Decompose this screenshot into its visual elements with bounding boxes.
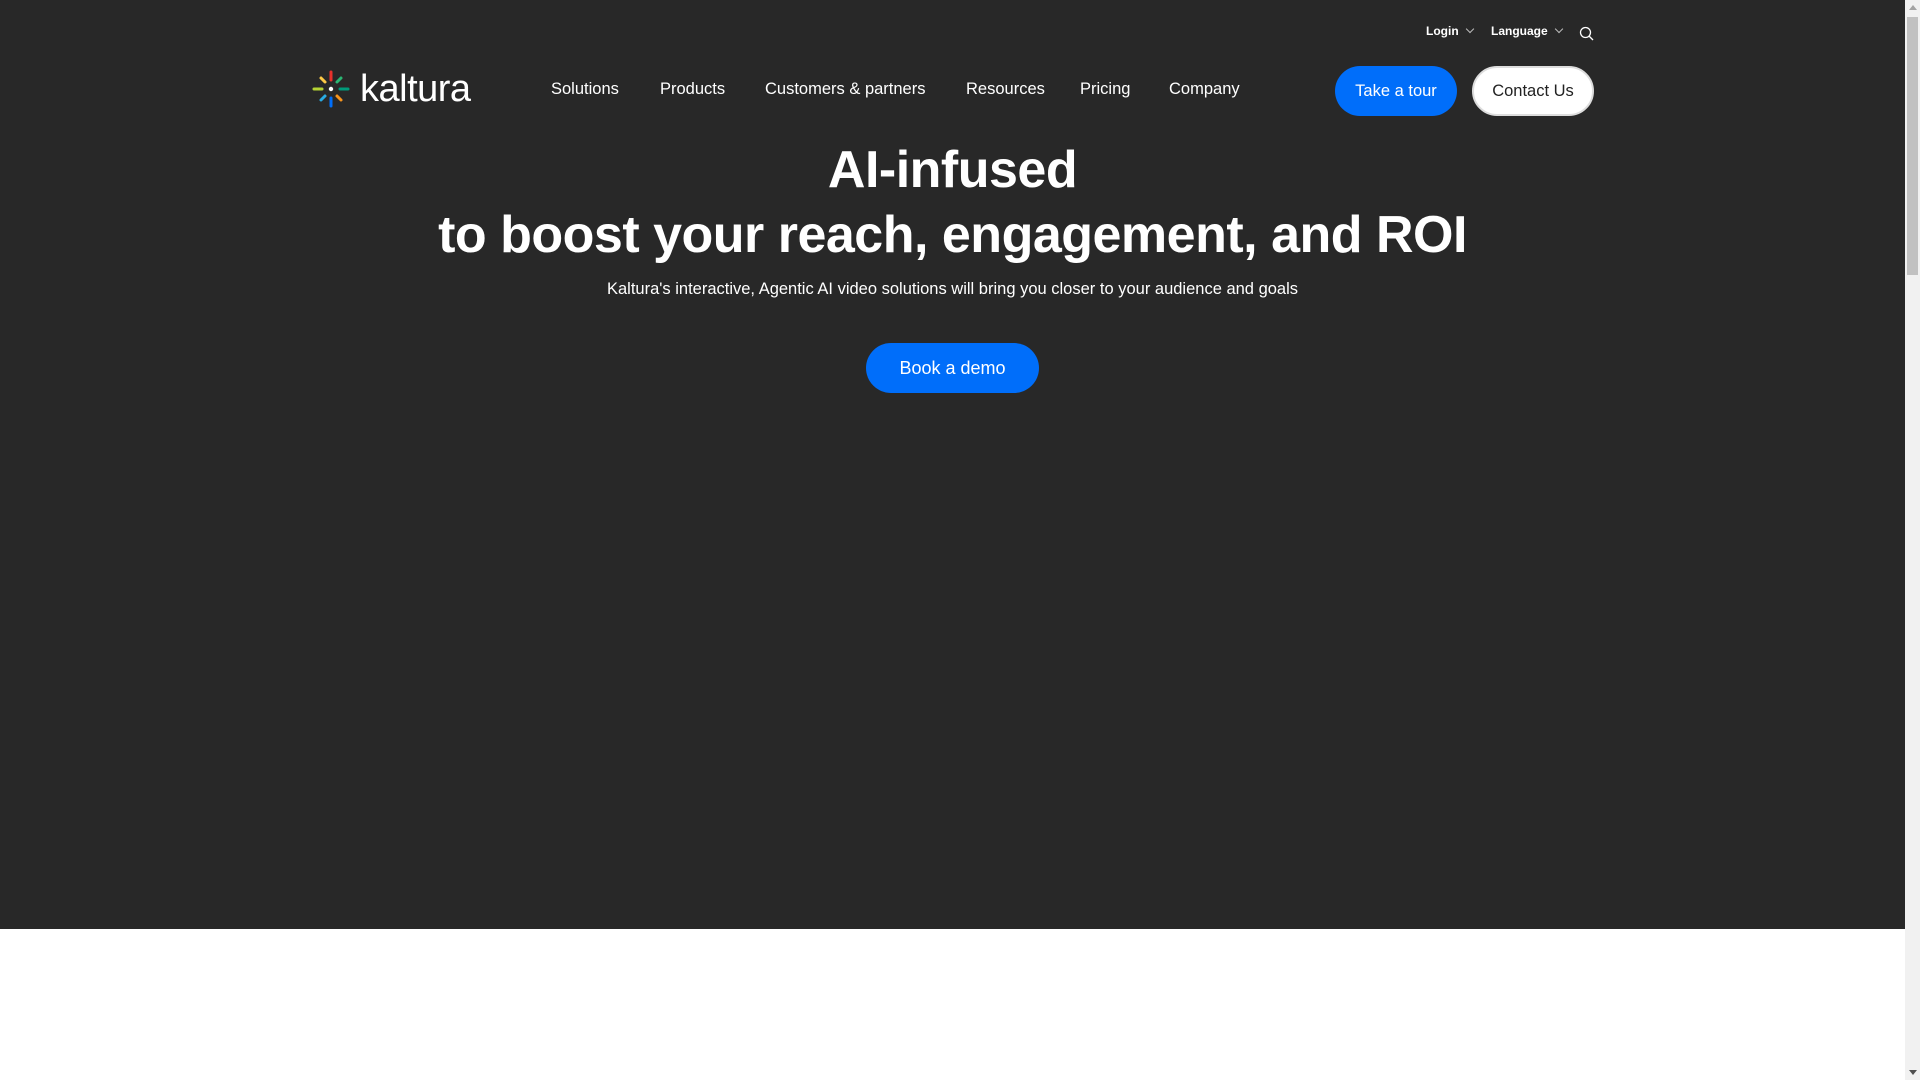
- kaltura-logo-icon: [312, 70, 350, 108]
- scrollbar-thumb[interactable]: [1907, 17, 1918, 275]
- scroll-down-icon[interactable]: [1909, 1070, 1917, 1075]
- scroll-up-icon[interactable]: [1909, 5, 1917, 10]
- kaltura-logo[interactable]: kaltura: [312, 70, 471, 108]
- login-dropdown[interactable]: Login: [1426, 24, 1474, 38]
- nav-solutions[interactable]: Solutions: [551, 80, 619, 99]
- nav-resources[interactable]: Resources: [966, 80, 1045, 99]
- chevron-down-icon: [1554, 24, 1563, 34]
- book-demo-button[interactable]: Book a demo: [866, 343, 1039, 393]
- scrollbar[interactable]: [1905, 0, 1920, 1080]
- hero-section: Login Language kaltura Solutions Product…: [0, 0, 1905, 929]
- hero-subtitle: Kaltura's interactive, Agentic AI video …: [606, 280, 1299, 298]
- language-dropdown[interactable]: Language: [1491, 24, 1563, 38]
- nav-products[interactable]: Products: [660, 80, 725, 99]
- take-a-tour-button[interactable]: Take a tour: [1335, 66, 1457, 116]
- search-icon[interactable]: [1579, 26, 1594, 41]
- nav-company[interactable]: Company: [1169, 80, 1240, 99]
- login-label: Login: [1426, 24, 1459, 38]
- chevron-down-icon: [1465, 24, 1474, 34]
- nav-pricing[interactable]: Pricing: [1080, 80, 1130, 99]
- language-label: Language: [1491, 24, 1548, 38]
- hero-title-line2: to boost your reach, engagement, and ROI: [438, 206, 1467, 264]
- logo-text: kaltura: [360, 68, 471, 110]
- nav-customers-partners[interactable]: Customers & partners: [765, 80, 925, 99]
- hero-title-line1: AI-infused: [827, 141, 1078, 199]
- contact-us-button[interactable]: Contact Us: [1472, 66, 1594, 116]
